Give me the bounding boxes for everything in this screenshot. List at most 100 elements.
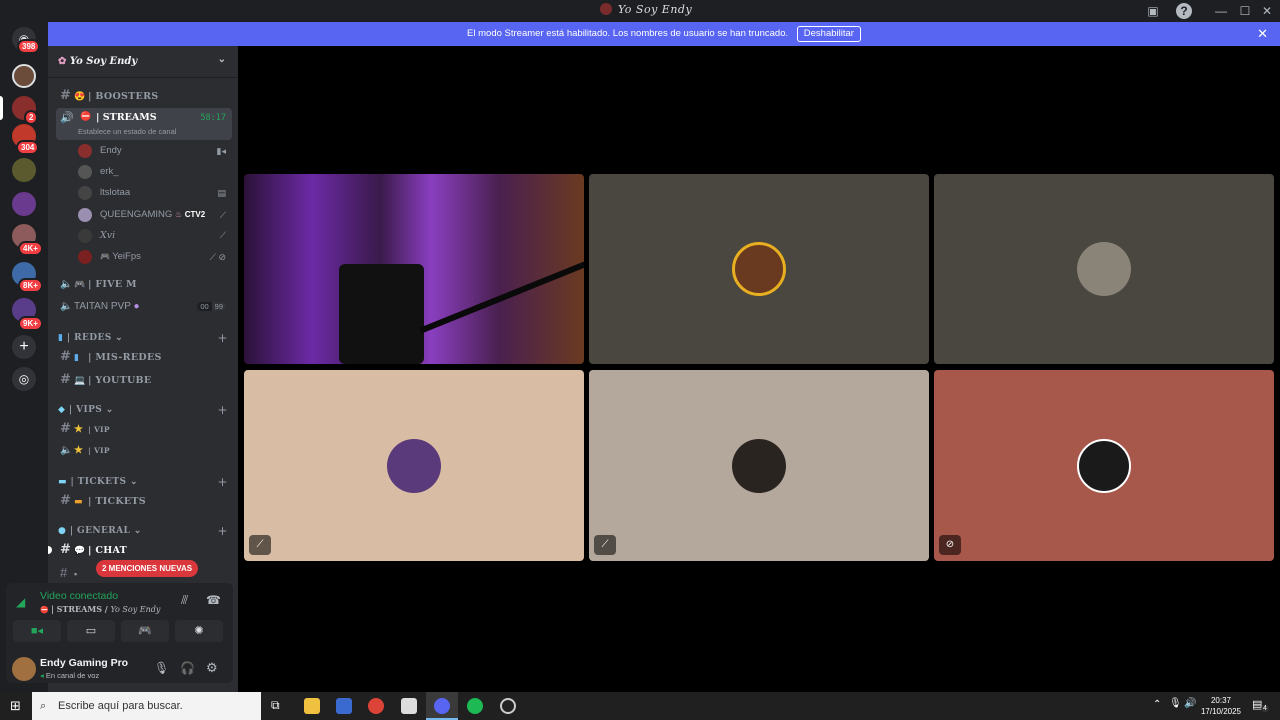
voice-user[interactable]: Endy ▮◂ [78, 141, 228, 161]
signal-icon[interactable]: ◢ [16, 595, 25, 609]
category-tickets[interactable]: ▬ | TICKETS ⌄ + [58, 475, 234, 489]
channel-tickets[interactable]: # ▬ | TICKETS [56, 491, 234, 511]
discord-icon[interactable] [434, 698, 450, 714]
soundboard-button[interactable]: ✺ [175, 620, 223, 642]
add-channel-icon[interactable]: + [218, 524, 228, 538]
voice-user[interactable]: ltslotaa ▤ [78, 183, 228, 203]
channel-taitan-pvp[interactable]: 🔈 TAITAN PVP ● 00 99 [56, 297, 234, 317]
disable-streamer-button[interactable]: Deshabilitar [796, 26, 861, 42]
add-channel-icon[interactable]: + [218, 331, 228, 345]
close-button[interactable]: ✕ [1259, 3, 1275, 19]
task-view-icon[interactable]: ⧉ [271, 698, 280, 713]
voice-user[interactable]: QUEENGAMING ♨ CTV2 ⟋ [78, 205, 228, 225]
mic-muted-icon: ⟋ [219, 210, 226, 220]
add-channel-icon[interactable]: + [218, 475, 228, 489]
server-badge: 2 [24, 110, 39, 125]
bubble-icon: ● [58, 526, 67, 536]
hashtag-icon: # [60, 349, 72, 364]
discover-icon[interactable]: ◎ [12, 367, 36, 391]
gear-icon[interactable]: ⚙ [206, 660, 218, 676]
channel-youtube[interactable]: # 💻 | YOUTUBE [56, 370, 234, 390]
video-tile[interactable]: ⟋ [244, 370, 584, 561]
ticket-icon: ▬ [58, 477, 67, 487]
video-tile[interactable]: ⟋ [589, 370, 929, 561]
camera-button[interactable]: ■◂ [13, 620, 61, 642]
channel-boosters[interactable]: # 😍 | BOOSTERS [56, 86, 234, 106]
active-pill [0, 96, 3, 120]
server-icon[interactable] [12, 64, 36, 88]
new-mentions-pill[interactable]: 2 MENCIONES NUEVAS [96, 560, 199, 577]
category-redes[interactable]: ▮ | REDES ⌄ + [58, 331, 234, 345]
channel-mis-redes[interactable]: # ▮ | MIS-REDES [56, 347, 234, 367]
voice-status[interactable]: Video conectado [40, 590, 118, 602]
voice-user[interactable]: 🎮 YeiFps ⟋ ⊘ [78, 247, 228, 267]
roblox-icon[interactable] [401, 698, 417, 714]
add-server-icon[interactable]: + [12, 335, 36, 359]
clock[interactable]: 20:37 17/10/2025 [1200, 695, 1242, 717]
help-icon[interactable]: ? [1176, 3, 1192, 19]
disconnect-icon[interactable]: ☎ [206, 593, 221, 607]
server-badge: 304 [16, 140, 40, 155]
channel-streams[interactable]: 🔊 ⛔ | STREAMS 58:17 Establece un estado … [56, 108, 232, 140]
channel-vip[interactable]: # ★ | VIP [56, 419, 234, 439]
close-banner-icon[interactable]: ✕ [1257, 22, 1268, 46]
obs-icon[interactable] [500, 698, 516, 714]
hashtag-icon: # [60, 421, 72, 436]
gift-icon: ♨ [174, 210, 183, 219]
speaker-icon: ◂ [40, 671, 44, 680]
taskbar-search[interactable]: ⌕ Escribe aquí para buscar. [32, 692, 261, 720]
windows-start-icon[interactable]: ⊞ [10, 698, 21, 714]
category-vips[interactable]: ◆ | VIPS ⌄ + [58, 403, 234, 417]
emoji-icon: 😍 [74, 92, 86, 102]
store-icon[interactable] [336, 698, 352, 714]
noise-suppression-icon[interactable]: ⫻ [181, 593, 188, 608]
channel-chat[interactable]: # 💬 | CHAT [56, 540, 234, 560]
video-tile[interactable] [589, 174, 929, 364]
maximize-button[interactable]: ☐ [1237, 3, 1253, 19]
tray-chevron-icon[interactable]: ⌃ [1153, 699, 1161, 710]
guild-name: Yo Soy Endy [69, 56, 138, 67]
activity-button[interactable]: 🎮 [121, 620, 169, 642]
video-tile[interactable] [934, 174, 1274, 364]
screenshare-button[interactable]: ▭ [67, 620, 115, 642]
avatar [78, 229, 92, 243]
streamer-mode-banner: El modo Streamer está habilitado. Los no… [48, 22, 1280, 46]
inbox-icon[interactable]: ▣ [1145, 3, 1161, 19]
server-icon[interactable] [12, 158, 36, 182]
hashtag-icon: # [60, 493, 72, 508]
volume-icon[interactable]: 🔊 [1184, 698, 1196, 709]
voice-user[interactable]: Xvi ⟋ [78, 226, 228, 246]
chevron-down-icon[interactable]: ⌄ [218, 54, 226, 65]
avatar [1077, 438, 1131, 493]
avatar[interactable] [12, 657, 36, 681]
category-general[interactable]: ● | GENERAL ⌄ + [58, 524, 234, 538]
spotify-icon[interactable] [467, 698, 483, 714]
voice-location[interactable]: ⛔ | STREAMS / Yo Soy Endy [40, 604, 160, 614]
mic-muted-icon: ⟋ [219, 231, 226, 241]
emoji-icon: ▪ [74, 569, 78, 579]
channel-five-m[interactable]: 🔈🎮 | FIVE M [56, 275, 234, 295]
server-badge: 8K+ [18, 278, 43, 293]
hashtag-icon: # [60, 88, 72, 103]
home-badge: 398 [17, 39, 41, 54]
guild-header[interactable]: ✿ Yo Soy Endy ⌄ [48, 46, 238, 78]
chrome-icon[interactable] [368, 698, 384, 714]
video-tile-stream[interactable] [244, 174, 584, 364]
ticket-icon: ▬ [74, 497, 83, 507]
microphone-icon[interactable]: 🎙 [154, 661, 169, 675]
user-limit: 00 99 [197, 301, 226, 313]
minimize-button[interactable]: — [1213, 3, 1229, 19]
channel-status[interactable]: Establece un estado de canal [78, 127, 176, 136]
mic-tray-icon[interactable]: 🎙 [1169, 698, 1182, 709]
voice-user[interactable]: erk_ [78, 162, 228, 182]
headphones-icon[interactable]: 🎧 [180, 661, 195, 675]
video-tile[interactable]: ⊘ [934, 370, 1274, 561]
file-explorer-icon[interactable] [304, 698, 320, 714]
chair-shape [339, 264, 424, 364]
channel-vip-voice[interactable]: 🔈★ | VIP [56, 441, 234, 461]
avatar [78, 144, 92, 158]
server-icon[interactable] [12, 192, 36, 216]
video-stage: ⟋ ⟋ ⊘ [238, 46, 1280, 692]
user-name[interactable]: Endy Gaming Pro [40, 657, 128, 669]
add-channel-icon[interactable]: + [218, 403, 228, 417]
